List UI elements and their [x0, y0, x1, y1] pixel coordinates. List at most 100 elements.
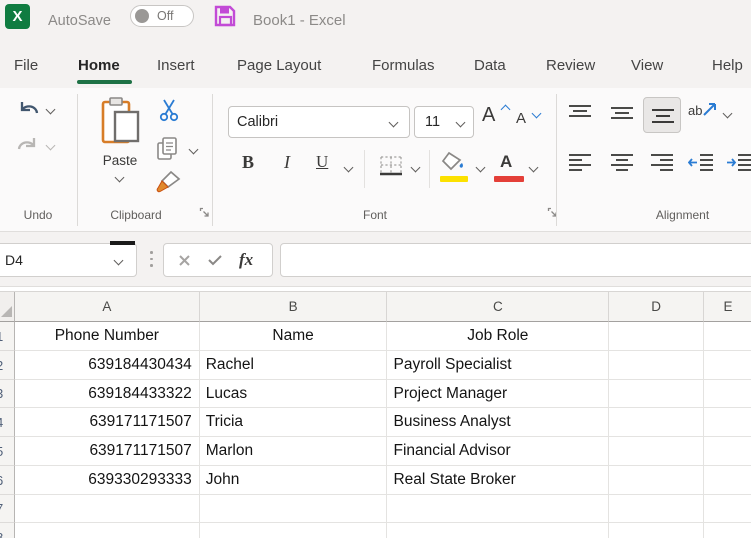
- cell-d8[interactable]: [609, 523, 705, 538]
- cell-b1[interactable]: Name: [199, 322, 388, 351]
- column-header-b[interactable]: B: [199, 292, 388, 322]
- cell-b4[interactable]: Tricia: [199, 408, 388, 437]
- cell-b7[interactable]: [199, 495, 388, 523]
- cell-d7[interactable]: [609, 495, 705, 523]
- column-header-e[interactable]: E: [704, 292, 751, 322]
- row-header-3[interactable]: 3: [0, 380, 15, 408]
- cell-b8[interactable]: [200, 523, 388, 538]
- cell-c4[interactable]: Business Analyst: [387, 408, 610, 437]
- formula-bar-handle[interactable]: [150, 251, 153, 267]
- cell-c7[interactable]: [387, 495, 610, 523]
- tab-file[interactable]: File: [14, 57, 38, 74]
- tab-page-layout[interactable]: Page Layout: [237, 57, 321, 74]
- tab-help[interactable]: Help: [712, 57, 743, 74]
- orientation-icon[interactable]: ab: [688, 103, 702, 118]
- cell-a2[interactable]: 639184430434: [14, 351, 200, 380]
- bold-button[interactable]: B: [242, 152, 254, 173]
- undo-button[interactable]: [16, 98, 42, 120]
- cell-e5[interactable]: [704, 437, 751, 466]
- cell-a4[interactable]: 639171171507: [14, 408, 200, 437]
- cancel-icon[interactable]: [178, 254, 191, 267]
- cell-a5[interactable]: 639171171507: [14, 437, 200, 466]
- italic-button[interactable]: I: [284, 152, 290, 173]
- cell-e8[interactable]: [704, 523, 751, 538]
- cell-a1[interactable]: Phone Number: [14, 322, 200, 351]
- cell-e6[interactable]: [704, 466, 751, 495]
- align-left-icon[interactable]: [568, 153, 592, 173]
- cell-d2[interactable]: [609, 351, 705, 380]
- column-header-d[interactable]: D: [609, 292, 705, 322]
- cell-c3[interactable]: Project Manager: [387, 380, 610, 408]
- cell-d6[interactable]: [609, 466, 705, 495]
- cell-b3[interactable]: Lucas: [199, 380, 388, 408]
- cell-c2[interactable]: Payroll Specialist: [387, 351, 610, 380]
- align-right-icon[interactable]: [650, 153, 674, 173]
- font-color-icon[interactable]: A: [500, 152, 512, 172]
- grow-font-button[interactable]: A: [482, 104, 495, 127]
- fill-color-icon[interactable]: [440, 150, 470, 174]
- font-size-select[interactable]: 11: [414, 106, 474, 138]
- align-center-icon[interactable]: [610, 153, 634, 173]
- row-header-1[interactable]: 1: [0, 322, 15, 351]
- column-header-a[interactable]: A: [14, 292, 200, 322]
- align-top-icon[interactable]: [568, 103, 592, 123]
- cell-c8[interactable]: [387, 523, 610, 538]
- cell-e7[interactable]: [704, 495, 751, 523]
- cell-d1[interactable]: [609, 322, 705, 351]
- redo-button[interactable]: [13, 134, 39, 156]
- cell-b5[interactable]: Marlon: [199, 437, 388, 466]
- cell-c1[interactable]: Job Role: [387, 322, 610, 351]
- autosave-toggle[interactable]: Off: [130, 5, 194, 27]
- paste-icon[interactable]: [100, 96, 142, 148]
- mini-separator: [364, 150, 365, 188]
- underline-button[interactable]: U: [316, 152, 328, 172]
- name-box[interactable]: D4: [0, 243, 137, 277]
- row-header-5[interactable]: 5: [0, 437, 15, 466]
- cell-e2[interactable]: [704, 351, 751, 380]
- cell-a8[interactable]: [15, 523, 200, 538]
- table-row: 7: [0, 495, 751, 523]
- clipboard-dialog-launcher-icon[interactable]: [199, 207, 210, 218]
- paste-button[interactable]: Paste: [96, 153, 144, 168]
- tab-review[interactable]: Review: [546, 57, 595, 74]
- tab-home[interactable]: Home: [78, 57, 120, 74]
- cell-a6[interactable]: 639330293333: [14, 466, 200, 495]
- name-box-value: D4: [5, 252, 23, 268]
- cell-c6[interactable]: Real State Broker: [387, 466, 610, 495]
- align-middle-icon[interactable]: [610, 105, 634, 125]
- cell-b6[interactable]: John: [199, 466, 388, 495]
- cell-e1[interactable]: [704, 322, 751, 351]
- shrink-font-button[interactable]: A: [516, 110, 526, 127]
- enter-icon[interactable]: [207, 254, 223, 266]
- format-painter-icon[interactable]: [156, 170, 182, 194]
- cell-d3[interactable]: [609, 380, 705, 408]
- formula-input[interactable]: [280, 243, 751, 277]
- row-header-7[interactable]: 7: [0, 495, 15, 523]
- cell-b2[interactable]: Rachel: [199, 351, 388, 380]
- cell-a7[interactable]: [14, 495, 200, 523]
- cell-d4[interactable]: [609, 408, 705, 437]
- row-header-4[interactable]: 4: [0, 408, 15, 437]
- tab-insert[interactable]: Insert: [157, 57, 195, 74]
- cell-a3[interactable]: 639184433322: [14, 380, 200, 408]
- insert-function-icon[interactable]: fx: [239, 250, 253, 270]
- font-name-select[interactable]: Calibri: [228, 106, 410, 138]
- row-header-6[interactable]: 6: [0, 466, 15, 495]
- tab-view[interactable]: View: [631, 57, 663, 74]
- cut-icon[interactable]: [158, 97, 180, 123]
- copy-icon[interactable]: [156, 136, 180, 162]
- row-header-2[interactable]: 2: [0, 351, 15, 380]
- cell-c5[interactable]: Financial Advisor: [387, 437, 610, 466]
- decrease-indent-icon[interactable]: [688, 153, 714, 173]
- increase-indent-icon[interactable]: [726, 153, 751, 173]
- tab-formulas[interactable]: Formulas: [372, 57, 435, 74]
- borders-icon[interactable]: [378, 154, 404, 180]
- cell-d5[interactable]: [609, 437, 705, 466]
- tab-data[interactable]: Data: [474, 57, 506, 74]
- save-icon[interactable]: [212, 3, 238, 29]
- cell-e4[interactable]: [704, 408, 751, 437]
- column-header-c[interactable]: C: [387, 292, 610, 322]
- cell-e3[interactable]: [704, 380, 751, 408]
- row-header-8[interactable]: 8: [0, 523, 15, 538]
- select-all-button[interactable]: [0, 292, 15, 322]
